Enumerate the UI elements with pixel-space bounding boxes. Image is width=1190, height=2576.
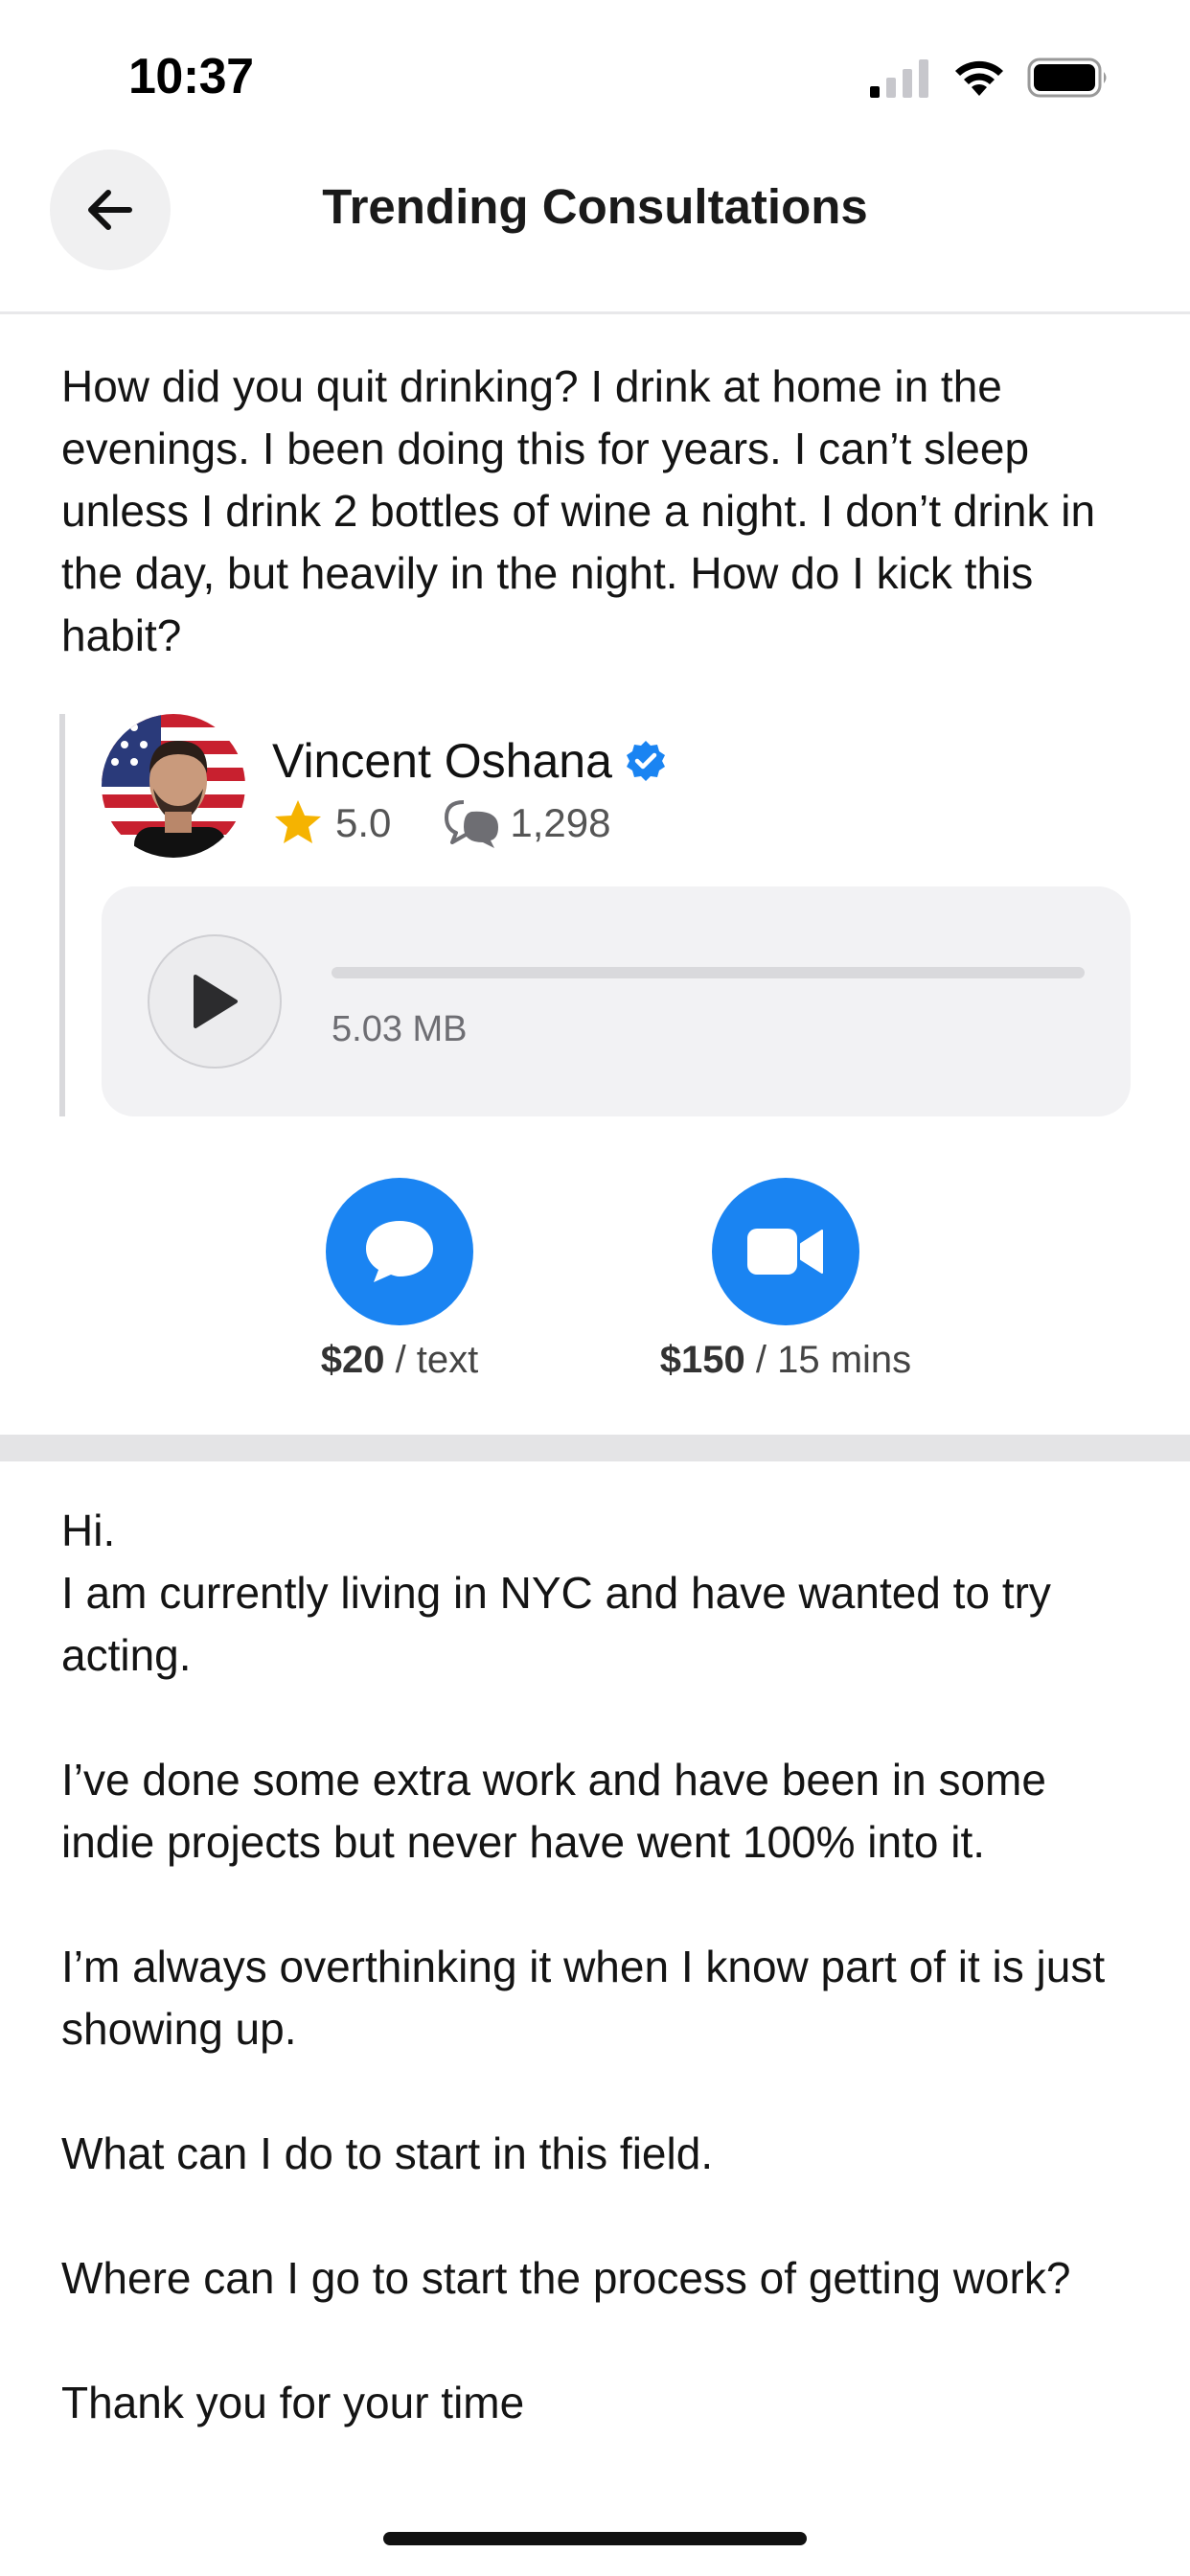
video-consult-button[interactable]	[712, 1178, 859, 1325]
expert-name[interactable]: Vincent Oshana	[272, 733, 668, 789]
status-bar: 10:37	[0, 0, 1190, 144]
chat-bubbles-icon	[445, 800, 499, 848]
star-icon	[275, 800, 321, 843]
section-divider	[0, 1435, 1190, 1461]
text-unit: / text	[384, 1339, 479, 1381]
consultation-count: 1,298	[510, 800, 611, 845]
answer-block: Vincent Oshana 5.0 1,298 5.03 MB	[59, 714, 1133, 1116]
battery-icon	[1027, 58, 1107, 98]
video-price-label: $150 / 15 mins	[613, 1339, 958, 1382]
question-text: How did you quit drinking? I drink at ho…	[61, 361, 1096, 660]
consultation-card-2[interactable]: Hi. I am currently living in NYC and hav…	[0, 1461, 1190, 2451]
home-indicator[interactable]	[383, 2532, 807, 2545]
audio-progress-bar[interactable]	[332, 967, 1085, 978]
text-consult-button[interactable]	[326, 1178, 473, 1325]
consultation-text: Hi. I am currently living in NYC and hav…	[61, 1506, 1106, 2427]
header: Trending Consultations	[0, 144, 1190, 314]
page-title: Trending Consultations	[322, 179, 868, 234]
audio-player: 5.03 MB	[102, 886, 1131, 1116]
play-button[interactable]	[148, 934, 282, 1069]
text-price: $20	[320, 1339, 385, 1381]
video-camera-icon	[747, 1229, 823, 1275]
video-consult-action[interactable]: $150 / 15 mins	[613, 1178, 958, 1382]
rating-value: 5.0	[335, 800, 392, 845]
avatar[interactable]	[102, 714, 245, 858]
rating-row: 5.0 1,298	[272, 796, 611, 850]
play-icon	[194, 975, 238, 1028]
file-size: 5.03 MB	[332, 1009, 468, 1049]
video-unit: / 15 mins	[744, 1339, 912, 1381]
text-consult-action[interactable]: $20 / text	[246, 1178, 553, 1382]
verified-icon	[626, 741, 665, 781]
video-price: $150	[659, 1339, 745, 1381]
text-price-label: $20 / text	[246, 1339, 553, 1382]
consultation-card[interactable]: How did you quit drinking? I drink at ho…	[0, 317, 1190, 1435]
expert-name-label: Vincent Oshana	[272, 734, 612, 788]
wifi-icon	[955, 60, 1003, 96]
status-time: 10:37	[128, 49, 254, 104]
message-icon	[366, 1221, 433, 1282]
signal-icon	[870, 59, 928, 98]
